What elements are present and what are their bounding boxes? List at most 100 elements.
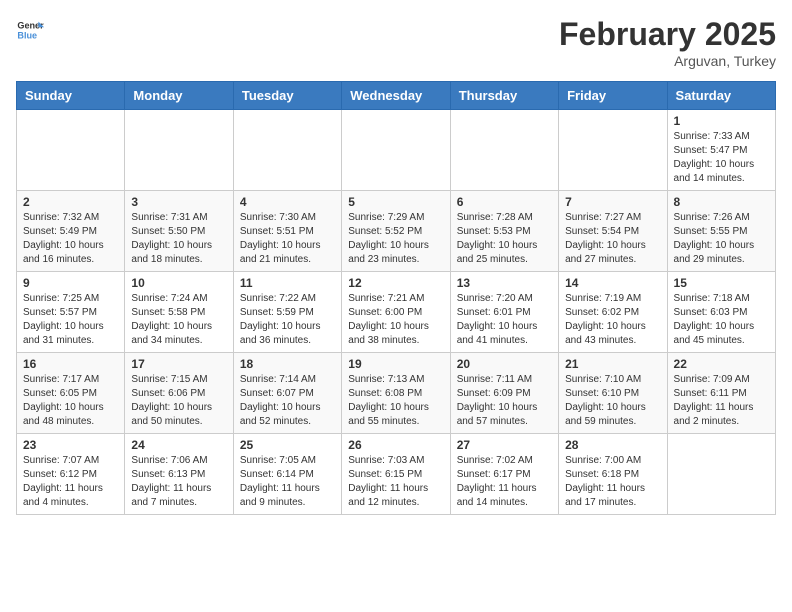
page-header: General Blue February 2025 Arguvan, Turk… — [16, 16, 776, 69]
calendar-cell: 3 Sunrise: 7:31 AMSunset: 5:50 PMDaylight… — [125, 191, 233, 272]
calendar-cell: 17 Sunrise: 7:15 AMSunset: 6:06 PMDayligh… — [125, 353, 233, 434]
day-info: Sunrise: 7:11 AMSunset: 6:09 PMDaylight:… — [457, 373, 552, 429]
day-number: 17 — [131, 357, 226, 371]
calendar-cell — [125, 110, 233, 191]
day-info: Sunrise: 7:05 AMSunset: 6:14 PMDaylight:… — [240, 454, 335, 510]
day-info: Sunrise: 7:17 AMSunset: 6:05 PMDaylight:… — [23, 373, 118, 429]
calendar-cell — [450, 110, 558, 191]
calendar-cell — [667, 434, 775, 515]
day-number: 15 — [674, 276, 769, 290]
day-info: Sunrise: 7:24 AMSunset: 5:58 PMDaylight:… — [131, 292, 226, 348]
day-number: 22 — [674, 357, 769, 371]
calendar-table: SundayMondayTuesdayWednesdayThursdayFrid… — [16, 81, 776, 515]
day-info: Sunrise: 7:26 AMSunset: 5:55 PMDaylight:… — [674, 211, 769, 267]
calendar-cell: 23 Sunrise: 7:07 AMSunset: 6:12 PMDayligh… — [17, 434, 125, 515]
day-number: 14 — [565, 276, 660, 290]
day-number: 18 — [240, 357, 335, 371]
calendar-cell: 5Sunrise: 7:29 AMSunset: 5:52 PMDaylight… — [342, 191, 450, 272]
day-info: Sunrise: 7:15 AMSunset: 6:06 PMDaylight:… — [131, 373, 226, 429]
day-number: 4 — [240, 195, 335, 209]
day-info: Sunrise: 7:29 AMSunset: 5:52 PMDaylight:… — [348, 211, 443, 267]
calendar-cell: 1 Sunrise: 7:33 AMSunset: 5:47 PMDaylight… — [667, 110, 775, 191]
weekday-header-row: SundayMondayTuesdayWednesdayThursdayFrid… — [17, 82, 776, 110]
day-info: Sunrise: 7:22 AMSunset: 5:59 PMDaylight:… — [240, 292, 335, 348]
day-number: 3 — [131, 195, 226, 209]
day-number: 28 — [565, 438, 660, 452]
day-info: Sunrise: 7:02 AMSunset: 6:17 PMDaylight:… — [457, 454, 552, 510]
calendar-cell: 13 Sunrise: 7:20 AMSunset: 6:01 PMDayligh… — [450, 272, 558, 353]
day-info: Sunrise: 7:09 AMSunset: 6:11 PMDaylight:… — [674, 373, 769, 429]
day-info: Sunrise: 7:21 AMSunset: 6:00 PMDaylight:… — [348, 292, 443, 348]
calendar-cell: 2 Sunrise: 7:32 AMSunset: 5:49 PMDaylight… — [17, 191, 125, 272]
day-number: 7 — [565, 195, 660, 209]
calendar-cell: 14 Sunrise: 7:19 AMSunset: 6:02 PMDayligh… — [559, 272, 667, 353]
day-number: 12 — [348, 276, 443, 290]
day-number: 11 — [240, 276, 335, 290]
day-number: 2 — [23, 195, 118, 209]
day-number: 25 — [240, 438, 335, 452]
logo: General Blue — [16, 16, 44, 44]
day-info: Sunrise: 7:32 AMSunset: 5:49 PMDaylight:… — [23, 211, 118, 267]
day-number: 27 — [457, 438, 552, 452]
day-number: 13 — [457, 276, 552, 290]
day-number: 23 — [23, 438, 118, 452]
day-info: Sunrise: 7:25 AMSunset: 5:57 PMDaylight:… — [23, 292, 118, 348]
location: Arguvan, Turkey — [559, 53, 776, 69]
day-info: Sunrise: 7:33 AMSunset: 5:47 PMDaylight:… — [674, 130, 769, 186]
calendar-cell: 19Sunrise: 7:13 AMSunset: 6:08 PMDayligh… — [342, 353, 450, 434]
day-number: 20 — [457, 357, 552, 371]
day-info: Sunrise: 7:19 AMSunset: 6:02 PMDaylight:… — [565, 292, 660, 348]
weekday-header-tuesday: Tuesday — [233, 82, 341, 110]
calendar-cell: 11 Sunrise: 7:22 AMSunset: 5:59 PMDayligh… — [233, 272, 341, 353]
calendar-cell: 28 Sunrise: 7:00 AMSunset: 6:18 PMDayligh… — [559, 434, 667, 515]
calendar-cell: 22 Sunrise: 7:09 AMSunset: 6:11 PMDayligh… — [667, 353, 775, 434]
logo-icon: General Blue — [16, 16, 44, 44]
calendar-cell: 25 Sunrise: 7:05 AMSunset: 6:14 PMDayligh… — [233, 434, 341, 515]
weekday-header-wednesday: Wednesday — [342, 82, 450, 110]
calendar-cell: 7 Sunrise: 7:27 AMSunset: 5:54 PMDaylight… — [559, 191, 667, 272]
weekday-header-friday: Friday — [559, 82, 667, 110]
calendar-cell — [233, 110, 341, 191]
calendar-week-row: 1 Sunrise: 7:33 AMSunset: 5:47 PMDaylight… — [17, 110, 776, 191]
day-info: Sunrise: 7:10 AMSunset: 6:10 PMDaylight:… — [565, 373, 660, 429]
day-number: 16 — [23, 357, 118, 371]
calendar-cell — [559, 110, 667, 191]
calendar-cell: 27 Sunrise: 7:02 AMSunset: 6:17 PMDayligh… — [450, 434, 558, 515]
calendar-week-row: 23 Sunrise: 7:07 AMSunset: 6:12 PMDayligh… — [17, 434, 776, 515]
calendar-week-row: 9 Sunrise: 7:25 AMSunset: 5:57 PMDaylight… — [17, 272, 776, 353]
month-title: February 2025 — [559, 16, 776, 53]
calendar-cell: 12 Sunrise: 7:21 AMSunset: 6:00 PMDayligh… — [342, 272, 450, 353]
calendar-week-row: 2 Sunrise: 7:32 AMSunset: 5:49 PMDaylight… — [17, 191, 776, 272]
calendar-cell: 4 Sunrise: 7:30 AMSunset: 5:51 PMDaylight… — [233, 191, 341, 272]
day-number: 9 — [23, 276, 118, 290]
weekday-header-sunday: Sunday — [17, 82, 125, 110]
day-info: Sunrise: 7:20 AMSunset: 6:01 PMDaylight:… — [457, 292, 552, 348]
calendar-cell: 24 Sunrise: 7:06 AMSunset: 6:13 PMDayligh… — [125, 434, 233, 515]
weekday-header-monday: Monday — [125, 82, 233, 110]
day-info: Sunrise: 7:27 AMSunset: 5:54 PMDaylight:… — [565, 211, 660, 267]
day-number: 26 — [348, 438, 443, 452]
day-number: 19 — [348, 357, 443, 371]
weekday-header-thursday: Thursday — [450, 82, 558, 110]
day-number: 24 — [131, 438, 226, 452]
title-block: February 2025 Arguvan, Turkey — [559, 16, 776, 69]
day-info: Sunrise: 7:31 AMSunset: 5:50 PMDaylight:… — [131, 211, 226, 267]
day-info: Sunrise: 7:18 AMSunset: 6:03 PMDaylight:… — [674, 292, 769, 348]
day-number: 10 — [131, 276, 226, 290]
calendar-cell: 8 Sunrise: 7:26 AMSunset: 5:55 PMDaylight… — [667, 191, 775, 272]
day-info: Sunrise: 7:30 AMSunset: 5:51 PMDaylight:… — [240, 211, 335, 267]
calendar-cell: 20 Sunrise: 7:11 AMSunset: 6:09 PMDayligh… — [450, 353, 558, 434]
calendar-cell: 16 Sunrise: 7:17 AMSunset: 6:05 PMDayligh… — [17, 353, 125, 434]
day-info: Sunrise: 7:28 AMSunset: 5:53 PMDaylight:… — [457, 211, 552, 267]
day-info: Sunrise: 7:06 AMSunset: 6:13 PMDaylight:… — [131, 454, 226, 510]
day-info: Sunrise: 7:00 AMSunset: 6:18 PMDaylight:… — [565, 454, 660, 510]
calendar-cell — [342, 110, 450, 191]
day-number: 1 — [674, 114, 769, 128]
day-info: Sunrise: 7:07 AMSunset: 6:12 PMDaylight:… — [23, 454, 118, 510]
day-number: 8 — [674, 195, 769, 209]
day-info: Sunrise: 7:14 AMSunset: 6:07 PMDaylight:… — [240, 373, 335, 429]
calendar-cell: 6Sunrise: 7:28 AMSunset: 5:53 PMDaylight… — [450, 191, 558, 272]
svg-text:Blue: Blue — [17, 30, 37, 40]
calendar-cell: 10 Sunrise: 7:24 AMSunset: 5:58 PMDayligh… — [125, 272, 233, 353]
calendar-cell — [17, 110, 125, 191]
